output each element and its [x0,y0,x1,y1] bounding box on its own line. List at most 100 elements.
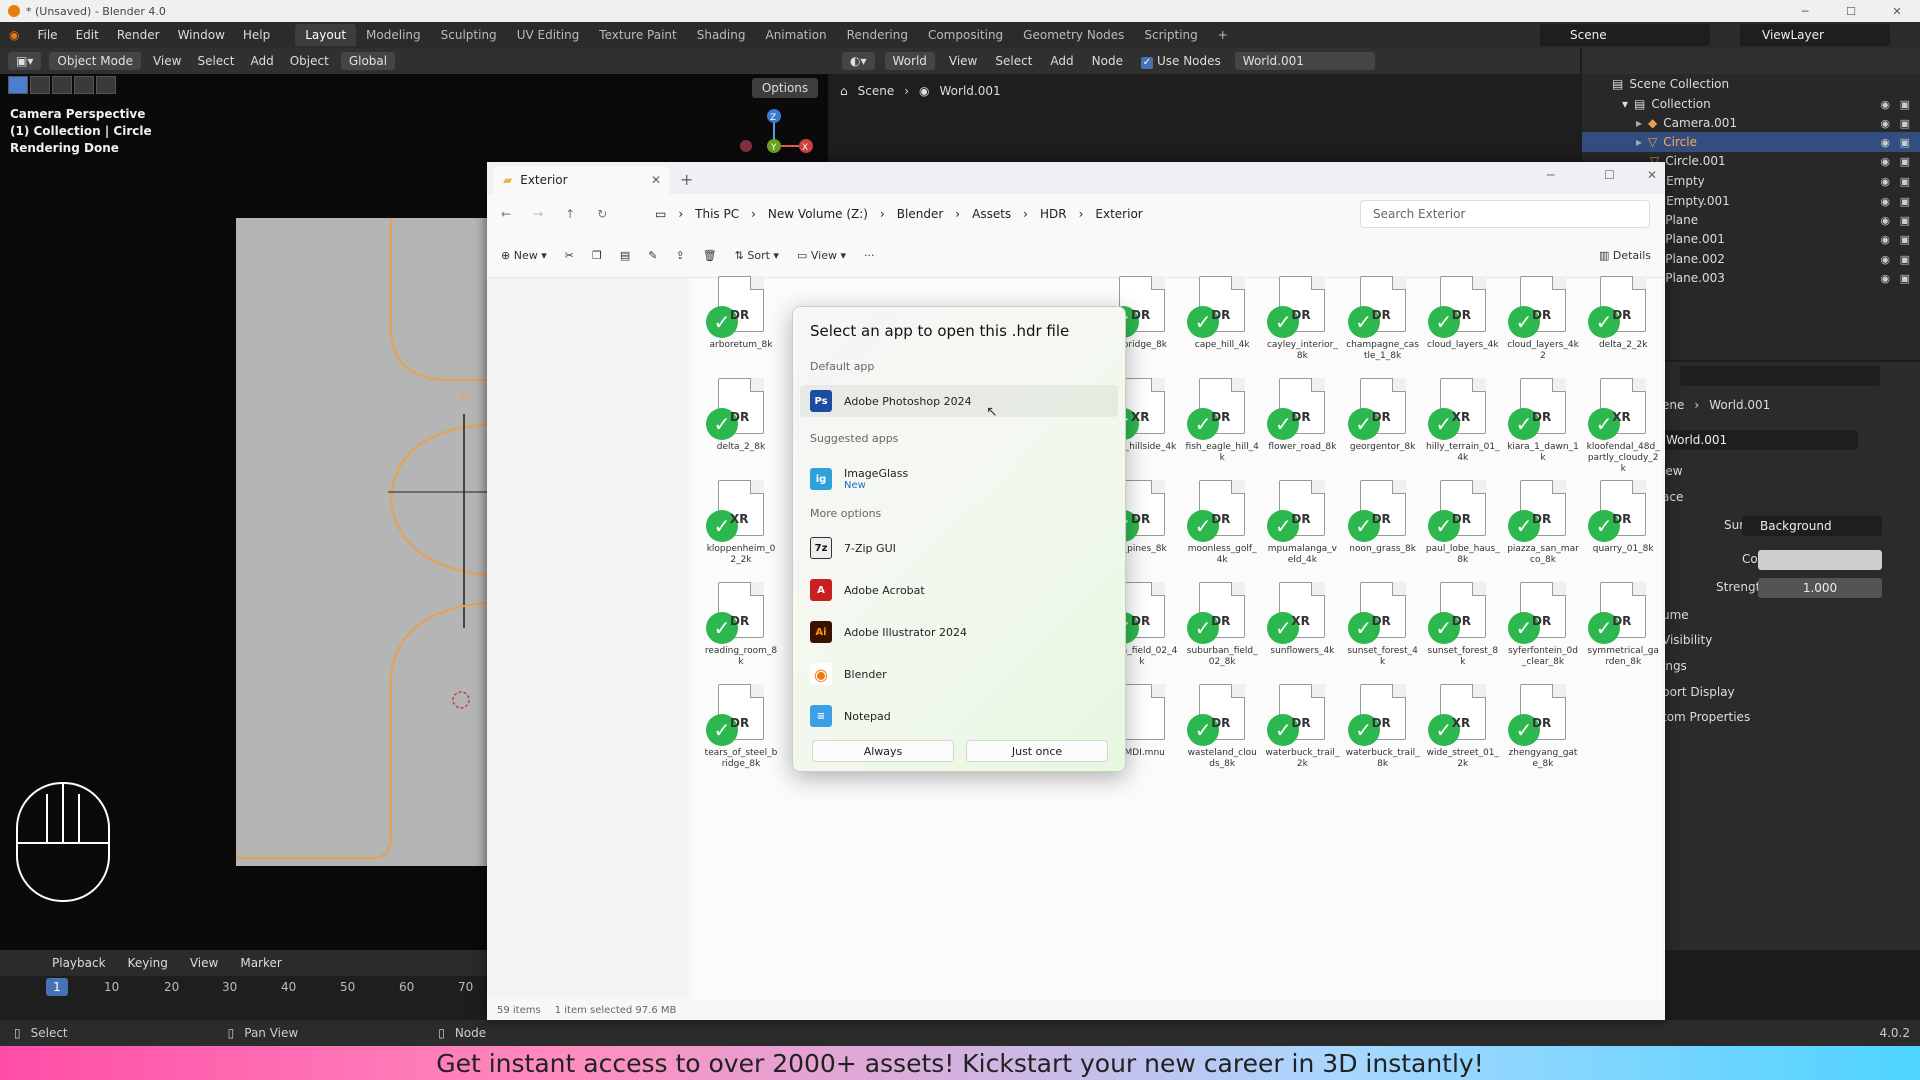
camera-icon[interactable]: ▣ [1900,175,1910,188]
timeline-area[interactable]: 10 20 30 40 50 60 70 [0,976,500,1018]
file-item[interactable]: ✓ DR champagne_castle_1_8k [1346,276,1420,376]
eye-icon[interactable]: ◉ [1880,233,1890,246]
panel-header-volume[interactable]: ume [1662,608,1689,622]
menu-window[interactable]: Window [169,28,234,42]
tab-layout[interactable]: Layout [295,24,357,46]
world-type-selector[interactable]: World [884,52,935,70]
app-option-notepad[interactable]: ≡ Notepad [800,700,1118,732]
maximize-button[interactable]: ☐ [1828,0,1874,22]
new-button[interactable]: ⊕ New ▾ [501,249,547,262]
tab-rendering[interactable]: Rendering [837,24,918,46]
options-button[interactable]: Options [752,78,818,98]
explorer-search-input[interactable]: Search Exterior [1360,200,1650,228]
app-option-photoshop[interactable]: Ps Adobe Photoshop 2024 [800,385,1118,417]
crumb-assets[interactable]: Assets [972,207,1011,221]
app-option-7zip[interactable]: 7z 7-Zip GUI [800,532,1118,564]
tab-close-icon[interactable]: ✕ [651,173,661,187]
file-item[interactable]: ✓ DR fish_eagle_hill_4k [1185,378,1259,478]
timeline-menu-playback[interactable]: Playback [48,956,110,970]
select-intersect-button[interactable] [96,76,116,94]
share-icon[interactable]: ⇪ [675,249,684,262]
viewport-menu-view[interactable]: View [149,54,185,68]
cut-icon[interactable]: ✂ [565,249,574,262]
select-extend-button[interactable] [52,76,72,94]
back-button[interactable]: ← [501,207,511,221]
eye-icon[interactable]: ◉ [1880,155,1890,168]
scene-selector[interactable]: Scene [1540,24,1710,46]
file-item[interactable]: ✓ DR tears_of_steel_bridge_8k [704,684,778,784]
copy-icon[interactable]: ❐ [592,249,602,262]
file-item[interactable]: ✓ DR symmetrical_garden_8k [1586,582,1660,682]
camera-icon[interactable]: ▣ [1900,253,1910,266]
properties-search-input[interactable] [1680,366,1880,386]
panel-header-custom-properties[interactable]: tom Properties [1662,710,1750,724]
menu-help[interactable]: Help [234,28,279,42]
paste-icon[interactable]: ▤ [620,249,630,262]
view-layer-selector[interactable]: ViewLayer [1740,24,1890,46]
file-item[interactable]: ✓ DR piazza_san_marco_8k [1506,480,1580,580]
tab-sculpting[interactable]: Sculpting [431,24,507,46]
eye-icon[interactable]: ◉ [1880,136,1890,149]
navigation-gizmo[interactable]: Z X Y [734,106,820,166]
file-item[interactable]: ✓ DR waterbuck_trail_8k [1346,684,1420,784]
color-swatch[interactable] [1758,550,1882,570]
timeline-menu-marker[interactable]: Marker [236,956,285,970]
view-button[interactable]: ▭ View ▾ [797,249,846,262]
tab-animation[interactable]: Animation [755,24,836,46]
file-item[interactable]: ✓ DR cayley_interior_8k [1265,276,1339,376]
file-item[interactable]: ✓ DR cloud_layers_4k2 [1506,276,1580,376]
editor-type-button[interactable]: ▣▾ [8,52,42,70]
crumb-hdr[interactable]: HDR [1040,207,1067,221]
file-item[interactable]: ✓ DR zhengyang_gate_8k [1506,684,1580,784]
camera-icon[interactable]: ▣ [1900,195,1910,208]
rename-icon[interactable]: ✎ [648,249,657,262]
close-button[interactable]: ✕ [1874,0,1920,22]
camera-icon[interactable]: ▣ [1900,214,1910,227]
file-item[interactable]: ✓ DR quarry_01_8k [1586,480,1660,580]
forward-button[interactable]: → [533,207,543,221]
expand-icon[interactable]: ▾ [1622,97,1628,111]
menu-edit[interactable]: Edit [67,28,108,42]
file-item[interactable]: ✓ DR noon_grass_8k [1346,480,1420,580]
explorer-close-button[interactable]: ✕ [1647,168,1657,182]
eye-icon[interactable]: ◉ [1880,272,1890,285]
tab-texture-paint[interactable]: Texture Paint [589,24,686,46]
world-datablock-selector[interactable]: World.001 [1234,52,1375,70]
node-menu-add[interactable]: Add [1046,54,1077,68]
file-item[interactable]: ✓ DR georgentor_8k [1346,378,1420,478]
panel-header-settings[interactable]: ings [1662,659,1687,673]
use-nodes-checkbox[interactable]: ✓ Use Nodes [1137,54,1225,69]
outliner-item-camera-001[interactable]: ▸ ◆ Camera.001 ◉ ▣ [1582,113,1920,133]
crumb-exterior[interactable]: Exterior [1095,207,1142,221]
explorer-maximize-button[interactable]: ☐ [1604,168,1615,182]
eye-icon[interactable]: ◉ [1880,214,1890,227]
file-item[interactable]: ✓ DR reading_room_8k [704,582,778,682]
tab-shading[interactable]: Shading [687,24,756,46]
delete-icon[interactable]: 🗑 [703,249,717,262]
camera-icon[interactable]: ▣ [1900,233,1910,246]
explorer-tab[interactable]: ▰ Exterior ✕ [493,166,669,194]
file-item[interactable]: ✓ XR hilly_terrain_01_4k [1426,378,1500,478]
app-option-blender[interactable]: ◉ Blender [800,658,1118,690]
panel-header-preview[interactable]: iew [1662,464,1683,478]
camera-icon[interactable]: ▣ [1900,98,1910,111]
select-tool-button[interactable] [8,76,28,94]
current-frame-indicator[interactable]: 1 [46,978,68,996]
tab-modeling[interactable]: Modeling [356,24,431,46]
explorer-navigation-pane[interactable] [487,278,687,998]
eye-icon[interactable]: ◉ [1880,117,1890,130]
node-editor-type-button[interactable]: ◐▾ [842,52,875,70]
viewport-menu-select[interactable]: Select [193,54,238,68]
camera-icon[interactable]: ▣ [1900,272,1910,285]
minimize-button[interactable]: ─ [1782,0,1828,22]
outliner-collection[interactable]: ▾ ▤ Collection ◉ ▣ [1582,94,1920,114]
address-breadcrumb[interactable]: ▭ › This PC › New Volume (Z:) › Blender … [655,200,1355,228]
menu-render[interactable]: Render [108,28,169,42]
menu-file[interactable]: File [28,28,66,42]
timeline-menu-keying[interactable]: Keying [124,956,172,970]
eye-icon[interactable]: ◉ [1880,253,1890,266]
surface-shader-field[interactable]: Background [1742,516,1882,536]
mode-selector[interactable]: Object Mode [49,52,141,70]
tab-scripting[interactable]: Scripting [1134,24,1207,46]
refresh-button[interactable]: ↻ [597,207,607,221]
